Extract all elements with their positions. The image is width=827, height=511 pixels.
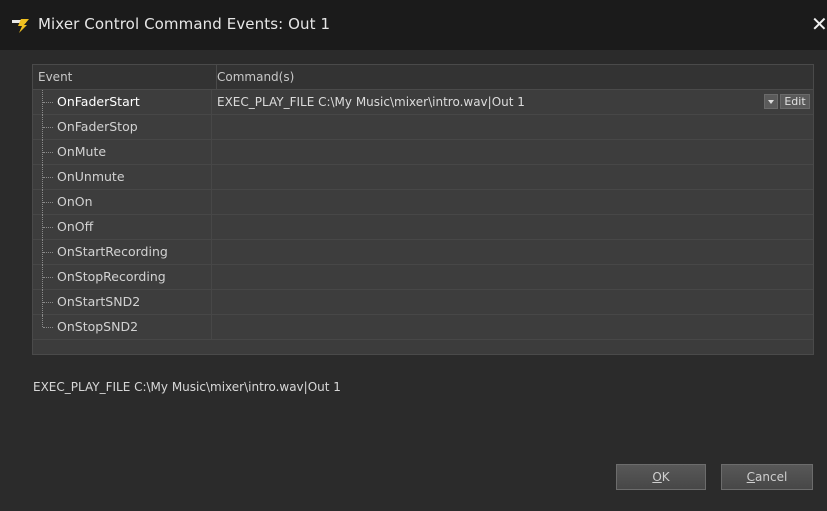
event-row[interactable]: OnStopRecording	[33, 265, 813, 290]
tree-branch	[43, 152, 53, 154]
dropdown-arrow-icon[interactable]	[764, 94, 778, 109]
lightning-flag-icon	[12, 18, 30, 33]
cancel-label-rest: ancel	[755, 470, 788, 484]
event-label: OnFaderStart	[57, 94, 140, 109]
tree-branch	[43, 277, 53, 279]
event-row[interactable]: OnUnmute	[33, 165, 813, 190]
event-row[interactable]: OnOn	[33, 190, 813, 215]
tree-connector	[42, 315, 44, 327]
cancel-button[interactable]: Cancel	[721, 464, 813, 490]
event-row[interactable]: OnFaderStart EXEC_PLAY_FILE C:\My Music\m…	[33, 90, 813, 115]
cancel-mnemonic: C	[746, 470, 756, 484]
event-label: OnStopSND2	[57, 319, 139, 334]
event-label: OnUnmute	[57, 169, 125, 184]
event-cell[interactable]: OnFaderStart	[33, 90, 212, 115]
events-grid: Event Command(s) OnFaderStart EXEC_PLAY_F…	[32, 64, 814, 355]
event-cell[interactable]: OnStartRecording	[33, 240, 212, 265]
tree-branch	[43, 127, 53, 129]
event-cell[interactable]: OnStopSND2	[33, 315, 212, 339]
event-cell[interactable]: OnStopRecording	[33, 265, 212, 290]
event-cell[interactable]: OnStartSND2	[33, 290, 212, 315]
window-title: Mixer Control Command Events: Out 1	[38, 15, 331, 33]
event-cell[interactable]: OnUnmute	[33, 165, 212, 190]
event-label: OnStartRecording	[57, 244, 168, 259]
column-header-commands[interactable]: Command(s)	[217, 65, 294, 89]
event-row[interactable]: OnStartRecording	[33, 240, 813, 265]
tree-branch	[43, 302, 53, 304]
tree-branch	[43, 327, 53, 329]
close-button[interactable]: ✕	[811, 14, 827, 34]
event-label: OnOn	[57, 194, 93, 209]
tree-branch	[43, 202, 53, 204]
edit-button[interactable]: Edit	[780, 94, 810, 109]
grid-header: Event Command(s)	[33, 65, 813, 90]
event-row[interactable]: OnStopSND2	[33, 315, 813, 340]
tree-branch	[43, 177, 53, 179]
event-cell[interactable]: OnOff	[33, 215, 212, 240]
dialog-window: Mixer Control Command Events: Out 1 ✕ Ev…	[0, 0, 827, 511]
event-cell[interactable]: OnFaderStop	[33, 115, 212, 140]
tree-branch	[43, 102, 53, 104]
selected-command-text: EXEC_PLAY_FILE C:\My Music\mixer\intro.w…	[33, 380, 341, 394]
command-cell[interactable]: EXEC_PLAY_FILE C:\My Music\mixer\intro.w…	[217, 90, 525, 114]
event-label: OnStartSND2	[57, 294, 141, 309]
event-label: OnStopRecording	[57, 269, 166, 284]
event-cell[interactable]: OnOn	[33, 190, 212, 215]
ok-button[interactable]: OK	[616, 464, 706, 490]
event-label: OnMute	[57, 144, 107, 159]
event-row[interactable]: OnOff	[33, 215, 813, 240]
ok-label-rest: K	[661, 470, 670, 484]
event-label: OnFaderStop	[57, 119, 138, 134]
tree-branch	[43, 252, 53, 254]
event-row[interactable]: OnFaderStop	[33, 115, 813, 140]
event-cell[interactable]: OnMute	[33, 140, 212, 165]
event-row[interactable]: OnStartSND2	[33, 290, 813, 315]
title-bar[interactable]: Mixer Control Command Events: Out 1 ✕	[0, 0, 827, 50]
ok-mnemonic: O	[652, 470, 662, 484]
event-label: OnOff	[57, 219, 94, 234]
event-row[interactable]: OnMute	[33, 140, 813, 165]
tree-branch	[43, 227, 53, 229]
column-header-event[interactable]: Event	[33, 65, 217, 89]
event-rows: OnFaderStart EXEC_PLAY_FILE C:\My Music\m…	[33, 90, 813, 340]
